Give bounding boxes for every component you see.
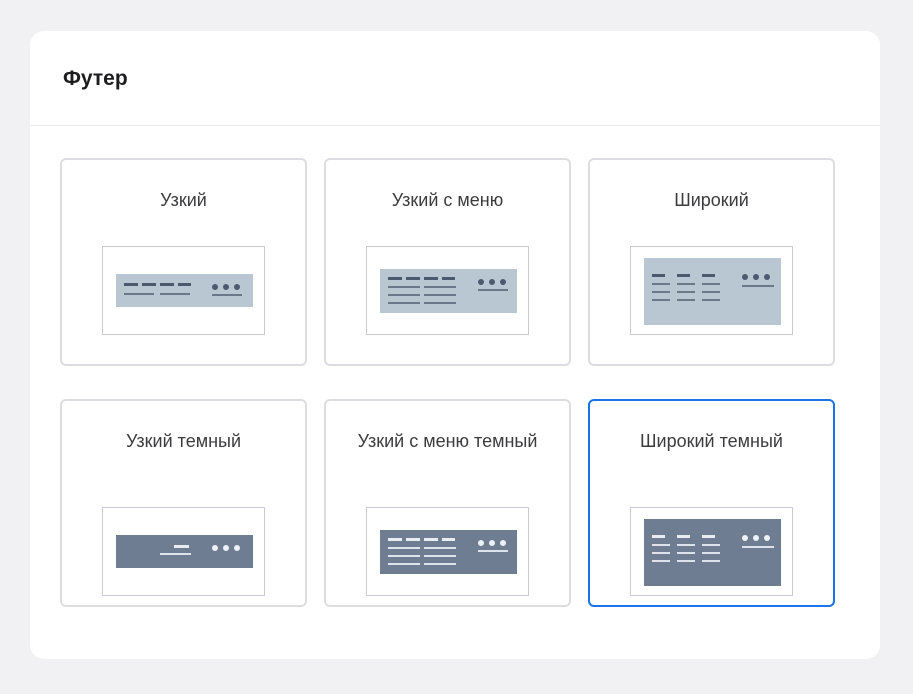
footer-preview-wide-dark-icon xyxy=(630,507,793,596)
option-label: Узкий с меню темный xyxy=(357,431,538,451)
option-label: Широкий темный xyxy=(640,431,783,451)
footer-preview-narrow-menu-icon xyxy=(366,246,529,335)
footer-option-narrow-menu[interactable]: Узкий с меню xyxy=(324,158,571,366)
footer-preview-narrow-menu-dark-icon xyxy=(366,507,529,596)
footer-option-wide-dark[interactable]: Широкий темный xyxy=(588,399,835,607)
footer-option-wide[interactable]: Широкий xyxy=(588,158,835,366)
footer-preview-wide-icon xyxy=(630,246,793,335)
footer-option-narrow-dark[interactable]: Узкий темный xyxy=(60,399,307,607)
option-label: Узкий с меню xyxy=(391,190,504,210)
footer-preview-narrow-icon xyxy=(102,246,265,335)
panel-header: Футер xyxy=(30,31,880,126)
footer-settings-panel: Футер Узкий Узкий с меню Широкий Узкий т… xyxy=(30,31,880,659)
option-label: Узкий xyxy=(160,190,207,210)
section-title: Футер xyxy=(63,67,128,90)
footer-option-narrow[interactable]: Узкий xyxy=(60,158,307,366)
option-label: Узкий темный xyxy=(125,431,242,451)
option-label: Широкий xyxy=(674,190,749,210)
footer-preview-narrow-dark-icon xyxy=(102,507,265,596)
footer-option-narrow-menu-dark[interactable]: Узкий с меню темный xyxy=(324,399,571,607)
